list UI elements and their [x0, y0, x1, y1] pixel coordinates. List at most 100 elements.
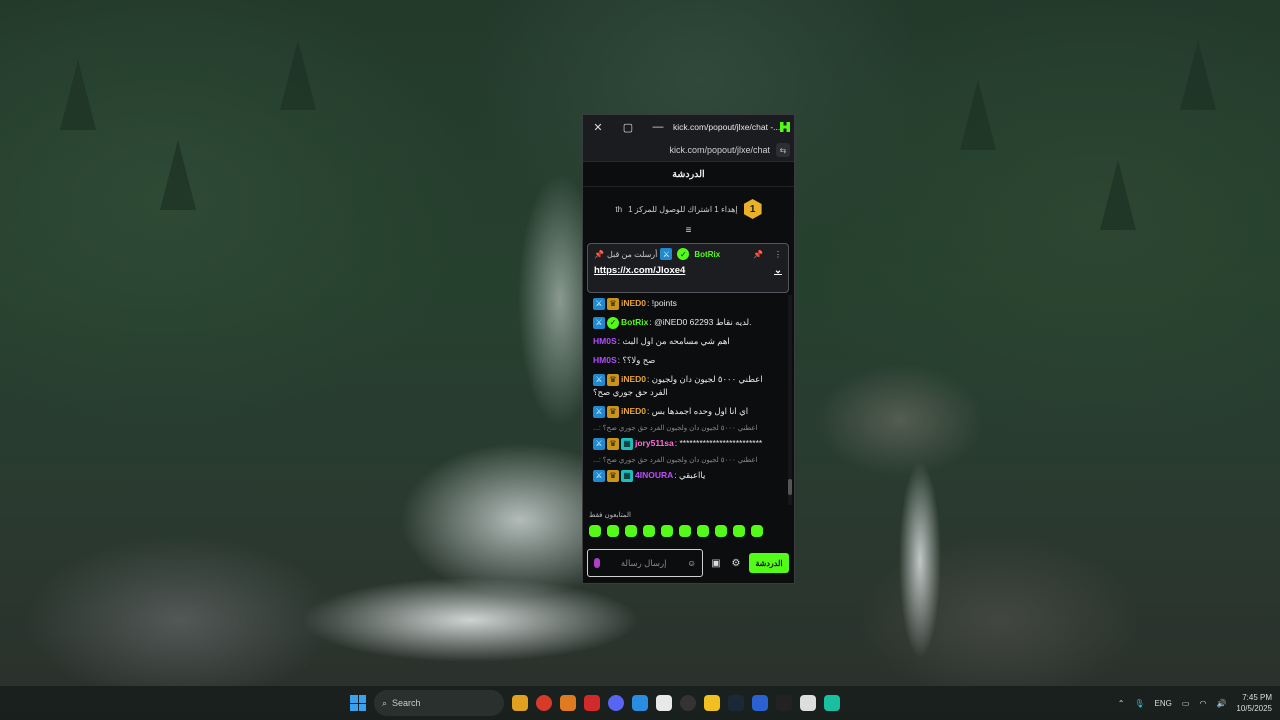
epic-games-icon[interactable]	[776, 695, 792, 711]
pinned-user[interactable]: BotRix	[694, 250, 720, 259]
mic-icon[interactable]	[594, 558, 600, 568]
moderator-badge-icon: ⚔	[593, 316, 605, 329]
chat-username[interactable]: 4INOURA	[635, 470, 673, 480]
chat-message-text: صح ولا؟؟	[622, 355, 656, 365]
followers-only-label: المتابعون فقط	[589, 512, 631, 519]
chat-input-placeholder: إرسال رسالة	[620, 557, 667, 568]
chat-message-text: يااعبقي	[679, 470, 706, 480]
store-icon[interactable]: ▣	[709, 556, 723, 570]
chat-username[interactable]: BotRix	[621, 317, 648, 327]
chat-message-text: اهم شي مسامحه من اول البث	[622, 336, 730, 346]
collapse-icon[interactable]: ≡	[686, 226, 692, 236]
chat-scrollbar[interactable]	[788, 295, 792, 505]
chat-message[interactable]: ⚔ ♛ ▦ 4INOURA: يااعبقي	[593, 469, 782, 482]
goal-suffix: th	[615, 204, 623, 214]
chat-username[interactable]: HM0S	[593, 336, 617, 346]
emote-icon[interactable]	[589, 525, 601, 537]
discord-icon[interactable]	[608, 695, 624, 711]
chat-message[interactable]: ⚔ ♛ iNED0: اعطني ٥٠٠٠ لجيون دان ولجيون الف…	[593, 373, 782, 399]
moderator-badge-icon: ⚔	[593, 373, 605, 386]
subscriber-badge-icon: ♛	[607, 373, 619, 386]
gear-icon[interactable]: ⚙	[729, 556, 743, 570]
chat-input-bar: إرسال رسالة ☺ ▣ ⚙ الدردشة	[587, 547, 789, 579]
moderator-badge-icon: ⚔	[593, 405, 605, 418]
wifi-icon[interactable]: ◠	[1199, 699, 1206, 708]
file-explorer-icon[interactable]	[512, 695, 528, 711]
windows-start-icon[interactable]	[350, 695, 366, 711]
chat-scroll-thumb[interactable]	[788, 479, 792, 495]
minimize-window-button[interactable]: —	[643, 115, 673, 139]
emote-icon[interactable]	[643, 525, 655, 537]
chat-message[interactable]: ⚔ ✓ BotRix: @iNED0 62293 لديه نقاط.	[593, 316, 782, 329]
app-icon[interactable]	[560, 695, 576, 711]
chat-username[interactable]: iNED0	[621, 374, 646, 384]
volume-icon[interactable]: 🔊	[1216, 699, 1226, 708]
chat-message[interactable]: ⚔ ♛ iNED0: !points	[593, 297, 782, 310]
obs-icon[interactable]	[680, 695, 696, 711]
system-tray: ⌃ 🎙 ENG ▭ ◠ 🔊 7:45 PM 10/5/2025	[1118, 686, 1272, 720]
goal-rank-badge: 1	[743, 199, 762, 219]
wallpaper-tree	[160, 140, 196, 210]
mod-badge-icon: ⚔	[660, 248, 673, 260]
goal-text: إهداء 1 اشتراك للوصول للمركز 1	[628, 204, 738, 214]
emote-icon[interactable]	[661, 525, 673, 537]
emote-icon[interactable]	[679, 525, 691, 537]
site-settings-icon[interactable]: ⇆	[776, 143, 790, 157]
reply-context[interactable]: ...: اعطني ٥٠٠٠ لجيون دان ولجيون الفرد ح…	[593, 456, 782, 465]
emote-icon[interactable]	[625, 525, 637, 537]
subscriber-badge-icon: ♛	[607, 405, 619, 418]
emote-icon[interactable]	[715, 525, 727, 537]
mic-tray-icon[interactable]: 🎙	[1134, 699, 1144, 708]
chrome-icon[interactable]	[536, 695, 552, 711]
chat-username[interactable]: jory511sa	[635, 438, 674, 448]
chat-username[interactable]: iNED0	[621, 298, 646, 308]
chat-username[interactable]: HM0S	[593, 355, 617, 365]
display-icon[interactable]: ▭	[1182, 699, 1190, 708]
emote-icon[interactable]	[733, 525, 745, 537]
app-icon[interactable]	[800, 695, 816, 711]
chevron-down-icon[interactable]: ⌄	[774, 265, 782, 276]
pinned-link[interactable]: https://x.com/Jloxe4	[594, 265, 685, 276]
reply-context[interactable]: ...: اعطني ٥٠٠٠ لجيون دان ولجيون الفرد ح…	[593, 424, 782, 433]
app-icon[interactable]	[752, 695, 768, 711]
send-chat-button[interactable]: الدردشة	[749, 553, 789, 573]
clock[interactable]: 7:45 PM 10/5/2025	[1236, 692, 1272, 714]
kick-logo-icon	[780, 122, 790, 132]
chat-message[interactable]: HM0S: صح ولا؟؟	[593, 354, 782, 367]
wallpaper-tree	[1180, 40, 1216, 110]
app-icon[interactable]	[704, 695, 720, 711]
app-icon[interactable]	[632, 695, 648, 711]
chat-message-text: !points	[651, 298, 677, 308]
app-icon[interactable]	[824, 695, 840, 711]
chat-message[interactable]: ⚔ ♛ iNED0: اي انا اول وحده اجمدها بس	[593, 405, 782, 418]
chat-message-input[interactable]: إرسال رسالة ☺	[587, 549, 703, 577]
subscriber-badge-icon: ♛	[607, 469, 619, 482]
chat-message[interactable]: ⚔ ♛ ▦ jory511sa: *************************	[593, 437, 782, 450]
address-bar: kick.com/popout/jlxe/chat ⇆	[583, 139, 794, 162]
chevron-up-icon[interactable]: ⌃	[1118, 699, 1125, 708]
unpin-icon[interactable]: 📌	[753, 250, 763, 259]
taskbar: ⌕ Search ⌃ 🎙 ENG ▭ ◠ 🔊 7:45 PM 10/5/2025	[0, 686, 1280, 720]
pinned-message[interactable]: 📌 أرسلت من قبل ⚔ ✓ BotRix 📌 ⋮ https://x.…	[587, 243, 789, 293]
chat-username[interactable]: iNED0	[621, 406, 646, 416]
pin-icon: 📌	[594, 249, 604, 259]
language-indicator[interactable]: ENG	[1155, 699, 1172, 708]
emoji-icon[interactable]: ☺	[687, 558, 696, 568]
chat-message-list[interactable]: ⚔ ♛ iNED0: !points ⚔ ✓ BotRix: @iNED0 62293 ل…	[583, 293, 788, 505]
maximize-window-button[interactable]: ▢	[613, 115, 643, 139]
sub-goal-banner[interactable]: th إهداء 1 اشتراك للوصول للمركز 1 1 ≡	[583, 187, 794, 236]
app-icon[interactable]	[584, 695, 600, 711]
emote-icon[interactable]	[697, 525, 709, 537]
capcut-icon[interactable]	[656, 695, 672, 711]
steam-icon[interactable]	[728, 695, 744, 711]
emote-icon[interactable]	[751, 525, 763, 537]
url-text[interactable]: kick.com/popout/jlxe/chat	[669, 145, 770, 155]
chat-message[interactable]: HM0S: اهم شي مسامحه من اول البث	[593, 335, 782, 348]
emote-icon[interactable]	[607, 525, 619, 537]
close-window-button[interactable]: ✕	[583, 115, 613, 139]
chat-message-text: اي انا اول وحده اجمدها بس	[651, 406, 749, 416]
clock-date: 10/5/2025	[1236, 704, 1272, 713]
taskbar-search[interactable]: ⌕ Search	[374, 690, 504, 716]
moderator-badge-icon: ⚔	[593, 297, 605, 310]
more-options-icon[interactable]: ⋮	[774, 250, 782, 259]
